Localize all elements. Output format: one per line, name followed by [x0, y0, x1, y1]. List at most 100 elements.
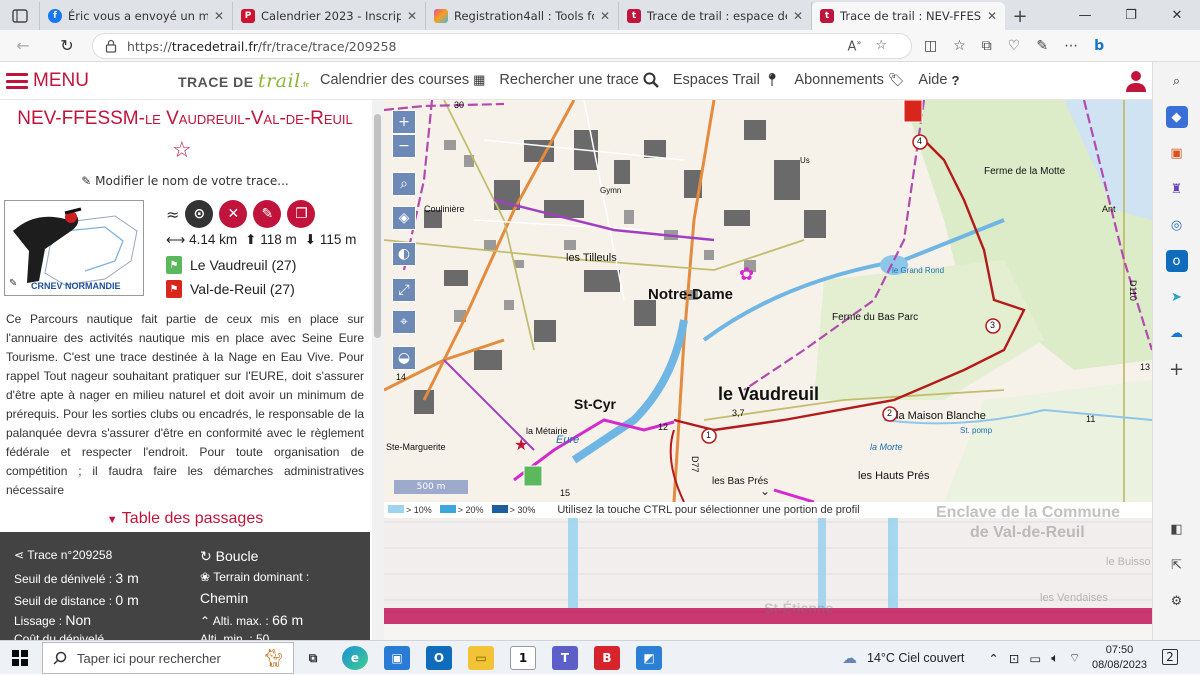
zoom-out-button[interactable]: −: [392, 134, 416, 158]
sidebar-settings-icon[interactable]: ⚙: [1166, 590, 1188, 612]
games-icon[interactable]: ♜: [1166, 178, 1188, 200]
layers-icon[interactable]: ◈: [392, 206, 416, 230]
relief-icon[interactable]: ◐: [392, 242, 416, 266]
tab-trace-espace[interactable]: t Trace de trail : espace de TAM ✕: [619, 2, 812, 30]
url-field[interactable]: https://tracedetrail.fr/fr/trace/trace/2…: [92, 33, 912, 59]
table-passages-toggle[interactable]: ▼ Table des passages: [0, 510, 370, 528]
menu-button[interactable]: MENU: [6, 70, 89, 92]
edge-app-icon[interactable]: e: [342, 646, 368, 670]
browser-essentials-icon[interactable]: ♡: [1008, 38, 1021, 54]
waypoint-label: 3: [990, 320, 996, 330]
map-view[interactable]: ★ ✿ Notre-Dame le Vaudreuil St-Cyr les T…: [384, 100, 1152, 502]
split-screen-icon[interactable]: ◫: [924, 38, 937, 54]
search-icon[interactable]: ⌕: [392, 172, 416, 196]
office-icon[interactable]: ◎: [1166, 214, 1188, 236]
trace-number-value: Trace n°209258: [27, 548, 113, 562]
system-tray: ☁ 14°C Ciel couvert ⌃ ⊡ ▭ 🔈︎ ⌔: [842, 641, 1080, 675]
elevation-profile[interactable]: > 10% > 20% > 30% Utilisez la touche CTR…: [384, 502, 1152, 640]
weather-text[interactable]: 14°C Ciel couvert: [867, 651, 964, 665]
chevron-up-icon: ⌃: [200, 614, 211, 628]
notifications-icon[interactable]: 2: [1162, 649, 1178, 665]
nav-espaces[interactable]: Espaces Trail 📍︎: [673, 72, 781, 88]
expand-profile-icon[interactable]: ⌄: [760, 484, 770, 498]
favorites-icon[interactable]: ☆: [953, 38, 966, 54]
tab-registration4all[interactable]: Registration4all : Tools for eve ✕: [426, 2, 619, 30]
tab-calendrier[interactable]: P Calendrier 2023 - Inscription ✕: [233, 2, 426, 30]
clock[interactable]: 07:50 08/08/2023: [1092, 643, 1147, 673]
reload-icon[interactable]: ↻: [50, 36, 84, 55]
drop-icon[interactable]: ➤: [1166, 286, 1188, 308]
explorer-app-icon[interactable]: ▭: [468, 646, 494, 670]
tab-trace-active[interactable]: t Trace de trail : NEV-FFESSM-le ✕: [812, 2, 1005, 30]
favorite-star-icon[interactable]: ☆: [875, 38, 887, 54]
close-tab-icon[interactable]: ✕: [987, 9, 997, 23]
outlook-app-icon[interactable]: O: [426, 646, 452, 670]
nav-calendrier[interactable]: Calendrier des courses ▦: [320, 72, 485, 88]
more-options-icon[interactable]: ⋯: [1064, 38, 1078, 54]
edit-thumbnail-icon[interactable]: ✎: [9, 278, 17, 289]
start-place[interactable]: ⚑ Le Vaudreuil (27): [166, 256, 296, 274]
delete-button[interactable]: ✕: [219, 200, 248, 228]
read-aloud-icon[interactable]: A»: [848, 38, 862, 54]
onedrive-icon[interactable]: ☁: [1166, 322, 1188, 344]
tray-chevron-icon[interactable]: ⌃: [988, 651, 998, 666]
close-window-icon[interactable]: ✕: [1154, 0, 1200, 30]
close-tab-icon[interactable]: ✕: [793, 9, 803, 23]
start-button[interactable]: [0, 649, 40, 666]
toolbox-icon[interactable]: ▣: [1166, 142, 1188, 164]
teams-app-icon[interactable]: T: [552, 646, 578, 670]
panel-scrollbar[interactable]: [372, 100, 384, 640]
extensions-icon[interactable]: ✎: [1036, 38, 1048, 54]
calendar-app-icon[interactable]: 1: [510, 646, 536, 670]
close-tab-icon[interactable]: ✕: [407, 9, 417, 23]
user-account-icon[interactable]: [1125, 70, 1147, 92]
site-logo[interactable]: TRACE DE trail.fr: [178, 70, 309, 92]
close-tab-icon[interactable]: ✕: [214, 9, 224, 23]
hide-sidebar-icon[interactable]: ◧: [1166, 518, 1188, 540]
passages-label: Table des passages: [121, 510, 264, 527]
search-icon[interactable]: ⌕: [1166, 70, 1188, 92]
nav-abonnements[interactable]: Abonnements 🏷︎: [794, 72, 904, 88]
edit-button[interactable]: ✎: [253, 200, 282, 228]
taskbar-search[interactable]: Taper ici pour rechercher 🐈︎: [42, 642, 294, 674]
zoom-in-button[interactable]: +: [392, 110, 416, 134]
cout-denivele-cut: Coût du dénivelé: [14, 632, 105, 640]
svg-text:★: ★: [514, 435, 528, 454]
new-tab-button[interactable]: +: [1005, 2, 1035, 30]
opacity-icon[interactable]: ◒: [392, 346, 416, 370]
shopping-icon[interactable]: ◆: [1165, 106, 1188, 128]
nav-rechercher[interactable]: Rechercher une trace: [499, 72, 659, 88]
tab-facebook[interactable]: f Éric vous a envoyé un messag ✕: [40, 2, 233, 30]
trace-thumbnail[interactable]: ✎ CRNEV NORMANDIE: [4, 200, 144, 296]
scrollbar-thumb[interactable]: [374, 114, 381, 338]
end-place[interactable]: ⚑ Val-de-Reuil (27): [166, 280, 295, 298]
tab-actions-button[interactable]: [0, 2, 40, 30]
external-link-icon[interactable]: ⇱: [1166, 554, 1188, 576]
locate-icon[interactable]: ⌖: [392, 310, 416, 334]
rename-trace-link[interactable]: ✎ Modifier le nom de votre trace...: [0, 174, 370, 188]
battery-icon[interactable]: ▭: [1029, 651, 1041, 666]
restore-icon[interactable]: ❐: [1108, 0, 1154, 30]
favorite-star-icon[interactable]: ☆: [172, 138, 192, 163]
lissage-value: Non: [65, 612, 92, 628]
back-icon[interactable]: ←: [6, 36, 40, 55]
close-tab-icon[interactable]: ✕: [600, 9, 610, 23]
b-app-icon[interactable]: B: [594, 646, 620, 670]
fullscreen-icon[interactable]: ⤢: [392, 278, 416, 302]
photos-app-icon[interactable]: ◩: [636, 646, 662, 670]
distance-stat: ⟷ 4.14 km: [166, 232, 237, 248]
wifi-icon[interactable]: ⌔: [1069, 650, 1081, 666]
copy-button[interactable]: ❐: [287, 200, 316, 228]
store-app-icon[interactable]: ▣: [384, 646, 410, 670]
network-icon[interactable]: ⊡: [1009, 651, 1019, 666]
nav-aide[interactable]: Aide?: [918, 72, 959, 88]
minimize-icon[interactable]: —: [1062, 0, 1108, 30]
add-sidebar-icon[interactable]: +: [1166, 358, 1188, 380]
bing-copilot-icon[interactable]: b: [1094, 38, 1104, 54]
collections-icon[interactable]: ⧉: [982, 38, 992, 54]
task-view-icon[interactable]: ⧉: [300, 646, 326, 670]
volume-icon[interactable]: 🔈︎: [1051, 651, 1059, 666]
ascent-stat: ⬆ 118 m: [245, 232, 297, 248]
outlook-icon[interactable]: o: [1165, 250, 1188, 272]
lock-button[interactable]: ⊙: [185, 200, 214, 228]
